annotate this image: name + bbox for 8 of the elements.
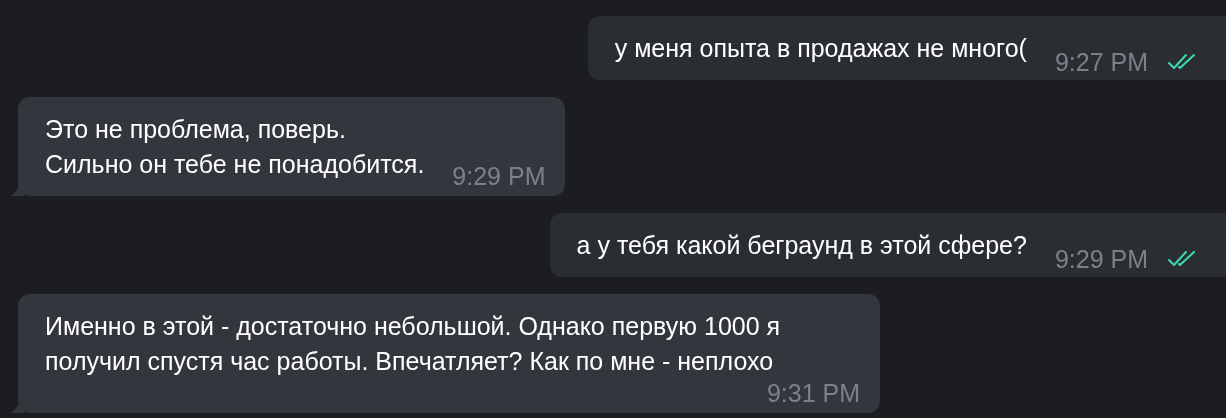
message-time: 9:29 PM xyxy=(1054,245,1148,273)
message-text: Это не проблема, поверь. Сильно он тебе не понадобится. xyxy=(45,114,425,180)
message-text: а у тебя какой беграунд в этой сфере? xyxy=(576,230,1027,261)
message-time: 9:29 PM xyxy=(452,162,546,190)
message-text: у меня опыта в продажах не много( xyxy=(614,33,1027,64)
message-text: Именно в этой - достаточно небольшой. Однако первую 1000 я получил спустя час работы. Впечатляет? Как по мне - неплохо xyxy=(45,311,782,377)
message-time: 9:31 PM xyxy=(766,379,860,407)
message-time: 9:27 PM xyxy=(1054,48,1148,76)
